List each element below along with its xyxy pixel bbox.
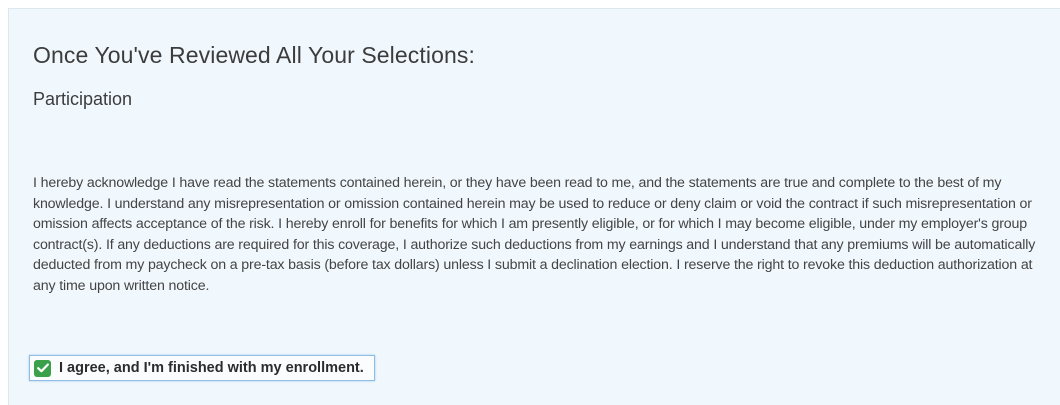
- section-subtitle: Participation: [33, 89, 133, 109]
- checkmark-icon: [36, 363, 49, 373]
- agree-label[interactable]: I agree, and I'm finished with my enroll…: [59, 360, 364, 376]
- agree-checkbox-control[interactable]: I agree, and I'm finished with my enroll…: [29, 355, 375, 381]
- agree-checkbox[interactable]: [34, 359, 51, 377]
- page-title: Once You've Reviewed All Your Selections…: [33, 42, 475, 68]
- enrollment-review-panel: Once You've Reviewed All Your Selections…: [8, 8, 1060, 405]
- acknowledgement-text: I hereby acknowledge I have read the sta…: [33, 175, 1036, 294]
